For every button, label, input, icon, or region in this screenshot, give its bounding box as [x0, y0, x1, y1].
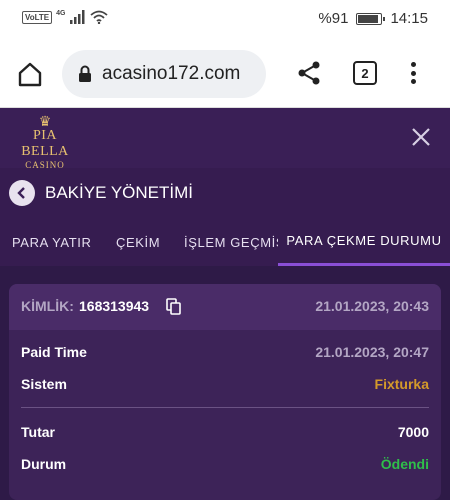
balance-tabs: PARA YATIR ÇEKİM İŞLEM GEÇMİŞİ PARA ÇEKM… — [0, 218, 450, 266]
wifi-icon — [89, 10, 108, 24]
card-header: KİMLİK: 168313943 21.01.2023, 20:43 — [9, 284, 441, 330]
site-header: ♛ PIA BELLA CASINO — [0, 108, 450, 170]
tab-withdrawal-status[interactable]: PARA ÇEKME DURUMU — [278, 218, 450, 266]
lock-icon — [79, 65, 91, 82]
battery-fill — [358, 14, 378, 23]
divider — [21, 407, 429, 408]
tab-switcher-button[interactable]: 2 — [353, 61, 377, 85]
status-value: Ödendi — [380, 456, 429, 472]
copy-icon[interactable] — [166, 298, 182, 315]
tab-history[interactable]: İŞLEM GEÇMİŞİ — [184, 218, 278, 266]
section-header: BAKİYE YÖNETİMİ — [0, 168, 450, 218]
close-icon[interactable] — [410, 126, 432, 148]
main-content: KİMLİK: 168313943 21.01.2023, 20:43 Paid… — [0, 266, 450, 500]
network-type: 4G — [56, 9, 66, 17]
tab-deposit[interactable]: PARA YATIR — [12, 218, 91, 266]
back-button[interactable] — [9, 180, 35, 206]
page-title: BAKİYE YÖNETİMİ — [45, 183, 194, 202]
battery-percent: %91 — [318, 10, 349, 27]
amount-value: 7000 — [397, 424, 429, 440]
id-value: 168313943 — [79, 298, 150, 314]
paid-time-label: Paid Time — [21, 344, 87, 360]
logo-name: PIA BELLA — [21, 128, 69, 159]
address-bar[interactable]: acasino172.com — [62, 50, 266, 98]
system-value: Fixturka — [374, 376, 429, 392]
casino-logo[interactable]: ♛ PIA BELLA CASINO — [10, 114, 80, 170]
system-label: Sistem — [21, 376, 67, 392]
status-label: Durum — [21, 456, 67, 472]
tab-withdraw[interactable]: ÇEKİM — [116, 218, 160, 266]
paid-time-value: 21.01.2023, 20:47 — [315, 344, 429, 360]
signal-icon — [69, 10, 84, 24]
share-icon[interactable] — [296, 60, 322, 86]
amount-label: Tutar — [21, 424, 55, 440]
status-bar: VoLTE 4G %91 14:15 — [0, 0, 450, 38]
chevron-left-icon — [17, 187, 25, 199]
withdrawal-card: KİMLİK: 168313943 21.01.2023, 20:43 Paid… — [9, 284, 441, 500]
status-left: VoLTE 4G — [22, 10, 108, 24]
more-menu-icon[interactable] — [406, 60, 420, 86]
clock: 14:15 — [390, 10, 428, 27]
battery-icon — [356, 12, 386, 25]
created-date: 21.01.2023, 20:43 — [315, 298, 429, 314]
home-icon[interactable] — [16, 60, 44, 88]
crown-icon: ♛ — [38, 113, 52, 129]
status-right: %91 14:15 — [318, 10, 428, 27]
browser-toolbar: acasino172.com 2 — [0, 38, 450, 108]
url-text: acasino172.com — [102, 63, 241, 84]
volte-indicator: VoLTE — [22, 10, 53, 24]
id-label: KİMLİK: — [21, 298, 74, 314]
